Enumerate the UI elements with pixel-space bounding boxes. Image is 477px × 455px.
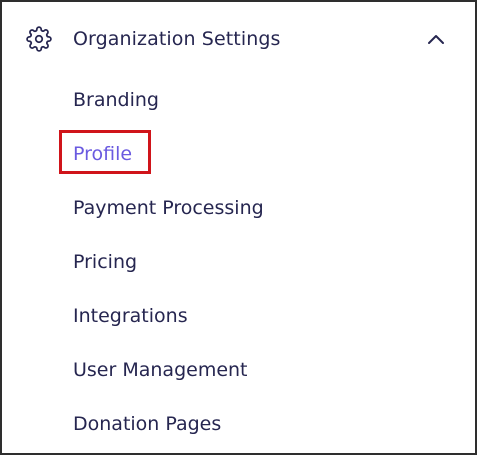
menu-item-donation-pages[interactable]: Donation Pages [73,411,221,437]
organization-settings-label: Organization Settings [73,28,281,50]
menu-item-branding[interactable]: Branding [73,87,159,113]
chevron-up-icon[interactable] [425,31,447,47]
menu-item-payment-processing[interactable]: Payment Processing [73,195,264,221]
menu-item-pricing[interactable]: Pricing [73,249,137,275]
organization-settings-header[interactable]: Organization Settings [2,2,475,78]
organization-settings-panel: Organization Settings Branding Profile P… [0,0,477,455]
menu-item-profile[interactable]: Profile [73,141,132,167]
gear-icon [26,26,52,52]
menu-item-integrations[interactable]: Integrations [73,303,188,329]
menu-item-user-management[interactable]: User Management [73,357,248,383]
